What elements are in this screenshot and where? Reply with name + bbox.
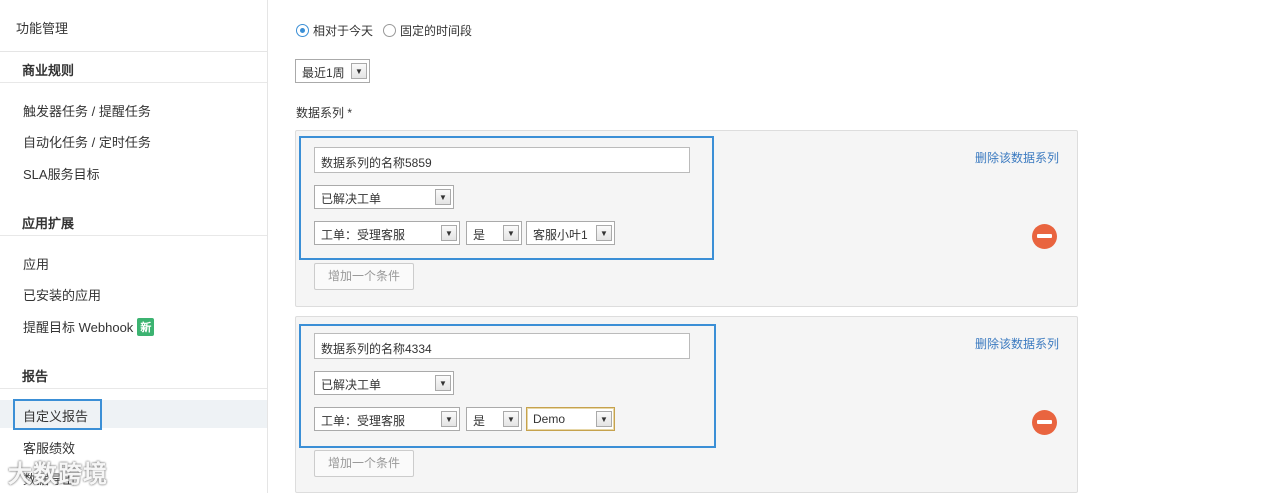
sidebar-item-label: 已安装的应用 (23, 288, 102, 303)
remove-condition-icon[interactable] (1032, 410, 1057, 435)
new-badge: 新 (137, 318, 155, 336)
sidebar-title: 功能管理 (16, 21, 69, 36)
radio-relative-label[interactable]: 相对于今天 (313, 22, 373, 39)
sidebar-item-webhook[interactable]: 提醒目标 Webhook 新 (0, 311, 267, 339)
sidebar-item-automations[interactable]: 自动化任务 / 定时任务 (0, 126, 267, 154)
section-title: 应用扩展 (22, 216, 75, 231)
remove-condition-icon[interactable] (1032, 224, 1057, 249)
delete-series-link[interactable]: 删除该数据系列 (975, 149, 1059, 166)
delete-series-link[interactable]: 删除该数据系列 (975, 335, 1059, 352)
series-label: 数据系列 * (296, 106, 353, 120)
radio-fixed-label[interactable]: 固定的时间段 (400, 22, 472, 39)
add-condition-button[interactable]: 增加一个条件 (314, 263, 414, 290)
sidebar-item-triggers[interactable]: 触发器任务 / 提醒任务 (0, 95, 267, 123)
sidebar-item-installed-apps[interactable]: 已安装的应用 (0, 279, 267, 307)
sidebar-item-label: SLA服务目标 (23, 167, 100, 182)
section-title: 商业规则 (22, 63, 75, 78)
section-business-rules: 商业规则 (0, 60, 267, 83)
radio-relative[interactable] (296, 24, 309, 37)
sidebar-item-apps[interactable]: 应用 (0, 248, 267, 276)
watermark: 大数跨境 (8, 461, 108, 488)
sidebar-item-label: 应用 (23, 257, 50, 272)
chevron-down-icon: ▼ (351, 63, 367, 79)
sidebar-header: 功能管理 (0, 0, 267, 52)
section-title: 报告 (22, 369, 49, 384)
section-reports: 报告 (0, 366, 267, 389)
highlight-box (299, 324, 716, 448)
radio-fixed[interactable] (383, 24, 397, 37)
sidebar-item-label: 触发器任务 / 提醒任务 (23, 104, 151, 119)
add-condition-button[interactable]: 增加一个条件 (314, 450, 414, 477)
sidebar-item-label: 自动化任务 / 定时任务 (23, 135, 151, 150)
highlight-box (299, 136, 714, 260)
period-select-value: 最近1周 (302, 66, 345, 80)
date-mode-radios: 相对于今天 固定的时间段 (296, 22, 482, 39)
sidebar-item-label: 提醒目标 Webhook 新 (23, 317, 155, 336)
sidebar-item-sla[interactable]: SLA服务目标 (0, 158, 267, 186)
highlight-box (13, 399, 102, 430)
section-app-extensions: 应用扩展 (0, 213, 267, 236)
period-select[interactable]: 最近1周 ▼ (295, 59, 370, 83)
webhook-label: 提醒目标 Webhook (23, 320, 134, 335)
